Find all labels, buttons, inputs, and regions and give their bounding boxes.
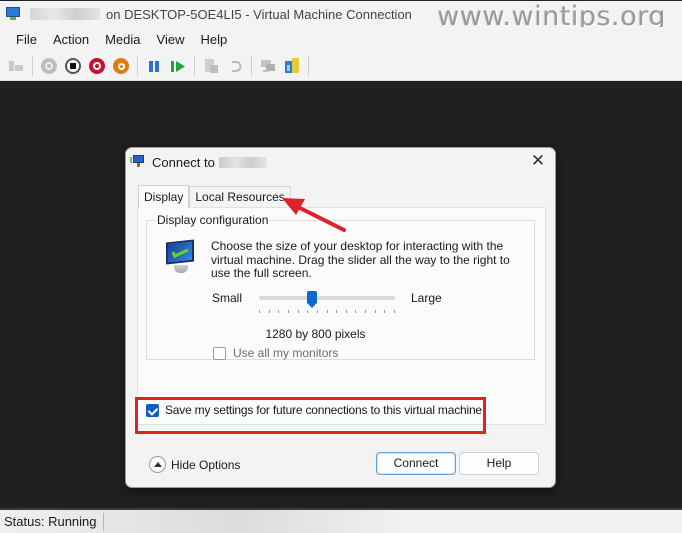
slider-tick: [317, 310, 318, 313]
status-text: Status: Running: [4, 514, 97, 529]
slider-tick: [307, 310, 308, 313]
slider-tick: [288, 310, 289, 313]
menu-bar: File Action Media View Help: [0, 27, 682, 52]
pause-icon: [149, 61, 159, 72]
toolbar: [0, 52, 682, 81]
status-bar: Status: Running: [0, 508, 682, 533]
display-configuration-group: Display configuration Choose the size of…: [146, 213, 535, 360]
slider-thumb[interactable]: [307, 291, 317, 308]
start-button[interactable]: [40, 57, 58, 75]
title-bar: on DESKTOP-5OE4LI5 - Virtual Machine Con…: [0, 0, 682, 32]
resolution-readout: 1280 by 800 pixels: [265, 327, 366, 341]
slider-tick: [346, 310, 347, 313]
menu-file[interactable]: File: [8, 32, 45, 47]
pause-button[interactable]: [145, 57, 163, 75]
toolbar-separator: [251, 56, 252, 76]
save-state-button[interactable]: [112, 57, 130, 75]
group-label: Display configuration: [155, 213, 271, 227]
display-tab-panel: Display configuration Choose the size of…: [137, 207, 546, 425]
revert-icon: [232, 61, 242, 72]
close-icon[interactable]: ✕: [529, 152, 547, 170]
toolbar-separator: [194, 56, 195, 76]
slider-min-label: Small: [212, 291, 243, 305]
slider-tick: [336, 310, 337, 313]
tab-display[interactable]: Display: [138, 185, 190, 208]
slider-tick: [355, 310, 356, 313]
display-description: Choose the size of your desktop for inte…: [211, 239, 510, 280]
annotation-highlight-box: [135, 397, 486, 434]
slider-tick: [327, 310, 328, 313]
shutdown-icon: [89, 58, 105, 74]
slider-tick: [384, 310, 385, 313]
use-all-monitors-option[interactable]: Use all my monitors: [213, 346, 338, 360]
toolbar-separator: [32, 56, 33, 76]
dialog-title: Connect to: [152, 154, 215, 170]
blurred-vm-name: [218, 156, 267, 168]
slider-tick: [365, 310, 366, 313]
help-button[interactable]: Help: [459, 452, 539, 475]
turn-off-icon: [65, 58, 81, 74]
use-all-monitors-label: Use all my monitors: [233, 346, 339, 360]
slider-ticks: [259, 310, 395, 314]
share-icon: [285, 58, 299, 73]
connect-dialog: Connect to ✕ Display Local Resources Dis…: [125, 147, 556, 488]
menu-help[interactable]: Help: [192, 32, 235, 47]
start-icon: [41, 58, 57, 74]
ctrl-alt-del-icon: [9, 61, 23, 71]
connect-button[interactable]: Connect: [376, 452, 456, 475]
hide-options-toggle[interactable]: Hide Options: [149, 456, 240, 473]
slider-tick: [298, 310, 299, 313]
checkpoint-icon: [205, 59, 218, 73]
slider-tick: [269, 310, 270, 313]
menu-action[interactable]: Action: [45, 32, 97, 47]
slider-tick: [259, 310, 260, 313]
toolbar-separator: [137, 56, 138, 76]
revert-button[interactable]: [226, 57, 244, 75]
use-all-monitors-checkbox[interactable]: [213, 346, 226, 360]
slider-tick: [375, 310, 376, 313]
slider-max-label: Large: [411, 291, 442, 305]
menu-view[interactable]: View: [149, 32, 193, 47]
slider-track[interactable]: [259, 296, 395, 300]
tab-local-resources[interactable]: Local Resources: [189, 186, 291, 207]
display-size-slider[interactable]: [259, 291, 395, 321]
window-title: on DESKTOP-5OE4LI5 - Virtual Machine Con…: [106, 6, 412, 22]
monitor-icon: [166, 239, 196, 275]
blurred-vm-name: [30, 8, 100, 20]
chevron-up-icon[interactable]: [149, 456, 166, 473]
dialog-title-bar: Connect to ✕: [126, 148, 555, 176]
slider-tick: [394, 310, 395, 313]
resume-button[interactable]: [169, 57, 187, 75]
enhanced-session-button[interactable]: [259, 57, 277, 75]
ctrl-alt-del-button[interactable]: [7, 57, 25, 75]
shutdown-button[interactable]: [88, 57, 106, 75]
checkpoint-button[interactable]: [202, 57, 220, 75]
tab-strip: Display Local Resources: [138, 185, 291, 208]
turn-off-button[interactable]: [64, 57, 82, 75]
connect-icon: [130, 155, 146, 169]
share-button[interactable]: [283, 57, 301, 75]
enhanced-session-icon: [261, 60, 275, 72]
resume-icon: [171, 61, 185, 72]
status-separator: [102, 512, 104, 531]
hide-options-label: Hide Options: [171, 457, 241, 472]
toolbar-separator: [308, 56, 309, 76]
vm-connection-icon: [6, 7, 22, 21]
menu-media[interactable]: Media: [97, 32, 148, 47]
save-icon: [113, 58, 129, 74]
slider-tick: [278, 310, 279, 313]
